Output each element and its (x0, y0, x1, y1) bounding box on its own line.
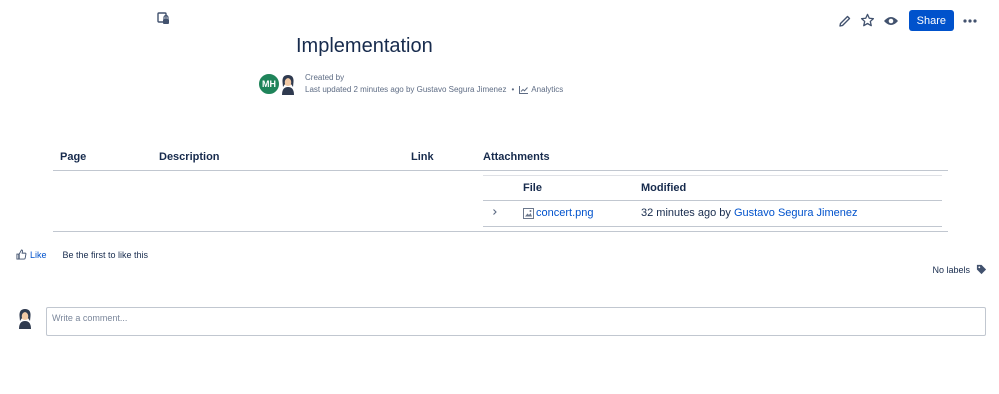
page-byline: MH Created by Last updated 2 minutes ago… (258, 72, 563, 96)
comment-input[interactable]: Write a comment... (46, 307, 986, 336)
like-button[interactable]: Like (16, 249, 47, 260)
likes-section: Like Be the first to like this (16, 249, 148, 260)
header-attachments: Attachments (483, 151, 550, 163)
analytics-label: Analytics (531, 85, 564, 94)
created-by-label: Created by (305, 73, 345, 82)
modified-time: 32 minutes ago by (641, 207, 734, 219)
restrictions-icon[interactable] (157, 12, 171, 26)
labels-section: No labels (932, 264, 987, 275)
divider (53, 231, 948, 232)
divider (483, 226, 942, 227)
header-link: Link (411, 151, 434, 163)
last-updated-text[interactable]: Last updated 2 minutes ago by Gustavo Se… (305, 84, 506, 96)
header-modified: Modified (641, 182, 687, 194)
analytics-link[interactable]: Analytics (519, 84, 563, 96)
byline-separator: • (511, 85, 515, 94)
star-icon[interactable] (859, 12, 877, 30)
tag-icon[interactable] (976, 264, 987, 275)
page-toolbar: Share (836, 10, 978, 31)
confluence-page: Share Implementation MH Created by Last … (0, 0, 999, 394)
image-file-icon (523, 207, 534, 219)
no-labels-text: No labels (932, 264, 970, 275)
table-header-row: Page Description Link Attachments (53, 142, 948, 171)
header-description: Description (159, 151, 220, 163)
page-title: Implementation (296, 35, 433, 57)
avatar-person-icon (19, 309, 31, 329)
attachment-file-link[interactable]: concert.png (536, 207, 593, 219)
attachment-modified: 32 minutes ago by Gustavo Segura Jimenez (641, 207, 857, 219)
chevron-right-icon[interactable] (492, 208, 498, 216)
like-label: Like (30, 249, 47, 260)
thumbs-up-icon (16, 249, 27, 260)
avatar-person-icon[interactable] (278, 73, 298, 95)
share-button[interactable]: Share (908, 10, 954, 31)
more-icon[interactable] (962, 12, 978, 30)
chart-icon (519, 86, 529, 94)
divider (483, 200, 942, 201)
header-file: File (523, 182, 542, 194)
header-page: Page (60, 151, 87, 163)
table-row: concert.png (523, 207, 593, 219)
byline-text: Created by Last updated 2 minutes ago by… (305, 72, 563, 96)
divider (483, 175, 942, 176)
modified-by-link[interactable]: Gustavo Segura Jimenez (734, 207, 858, 219)
like-status-text: Be the first to like this (62, 249, 149, 260)
avatar[interactable]: MH (258, 73, 280, 95)
eye-icon[interactable] (882, 12, 900, 30)
pencil-icon[interactable] (836, 12, 854, 30)
